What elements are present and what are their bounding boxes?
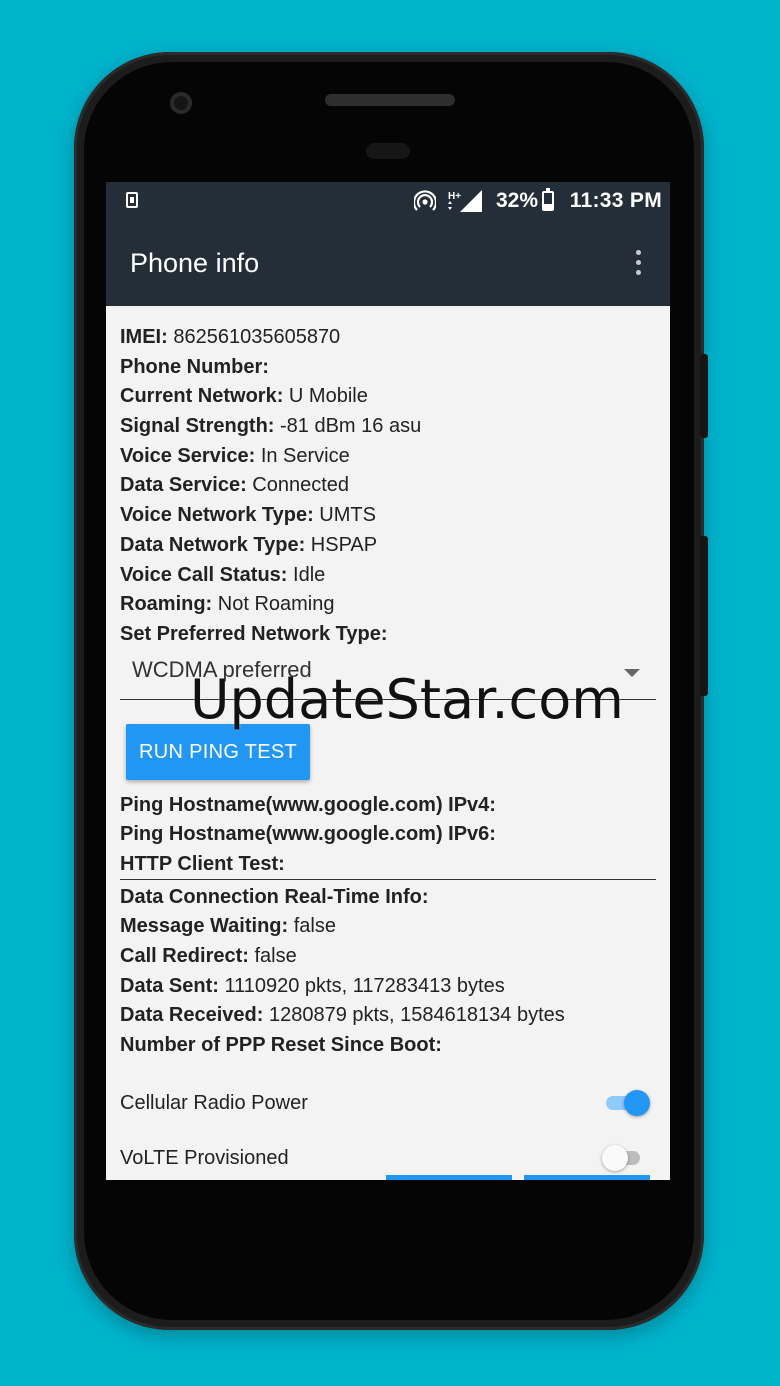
info-label: Data Connection Real-Time Info: <box>120 885 429 908</box>
info-label: Voice Call Status: <box>120 563 288 586</box>
info-row: Ping Hostname(www.google.com) IPv6: <box>120 819 656 849</box>
info-row: Call Redirect: false <box>120 941 656 971</box>
info-value: 1280879 pkts, 1584618134 bytes <box>263 1004 565 1027</box>
info-value: false <box>248 945 297 967</box>
info-row: Voice Call Status: Idle <box>120 560 656 590</box>
proximity-sensor <box>366 143 410 159</box>
toggle-row: Cellular Radio Power <box>120 1076 656 1131</box>
info-label: Ping Hostname(www.google.com) IPv4: <box>120 793 496 816</box>
toggle-row: VoLTE Provisioned <box>120 1131 656 1180</box>
toggle-thumb <box>624 1089 650 1116</box>
status-clock: 11:33 PM <box>569 189 662 212</box>
info-row: Phone Number: <box>120 352 656 382</box>
info-row: Message Waiting: false <box>120 911 656 941</box>
network-badge: H+ <box>448 191 461 202</box>
info-label: Ping Hostname(www.google.com) IPv6: <box>120 823 496 846</box>
info-row: Data Network Type: HSPAP <box>120 530 656 560</box>
phone-info-content: IMEI: 862561035605870 Phone Number: Curren… <box>120 322 656 1180</box>
toggle-switch[interactable] <box>606 1089 650 1116</box>
bottom-button-left[interactable] <box>386 1175 512 1180</box>
info-label: Data Service: <box>120 474 247 497</box>
hotspot-icon <box>414 190 436 211</box>
info-row: Voice Service: In Service <box>120 441 656 471</box>
info-list: IMEI: 862561035605870 Phone Number: Curren… <box>120 322 656 649</box>
info-label: Data Sent: <box>120 974 219 997</box>
info-value: HSPAP <box>305 533 378 556</box>
realtime-info-list: Data Connection Real-Time Info: Message W… <box>120 882 656 1060</box>
info-row: HTTP Client Test: <box>120 849 656 880</box>
bottom-button-right[interactable] <box>524 1175 650 1180</box>
info-row: Ping Hostname(www.google.com) IPv4: <box>120 790 656 820</box>
info-label: Voice Service: <box>120 444 256 467</box>
toggle-label: VoLTE Provisioned <box>120 1146 289 1169</box>
info-label: Data Network Type: <box>120 533 306 556</box>
info-label: IMEI: <box>120 326 168 348</box>
more-options-icon[interactable] <box>636 250 642 276</box>
front-camera <box>170 92 192 114</box>
info-row: Number of PPP Reset Since Boot: <box>120 1030 656 1060</box>
info-row: IMEI: 862561035605870 <box>120 322 656 352</box>
side-button-volume <box>700 536 708 696</box>
info-row: Data Connection Real-Time Info: <box>120 882 656 912</box>
signal-strength-icon: H+ <box>448 190 482 212</box>
info-value: U Mobile <box>283 385 368 408</box>
status-bar: H+ 32% 11:33 PM <box>106 182 670 220</box>
info-row: Voice Network Type: UMTS <box>120 500 656 530</box>
info-value: 862561035605870 <box>167 326 341 348</box>
info-label: Signal Strength: <box>120 415 275 438</box>
info-row: Current Network: U Mobile <box>120 381 656 411</box>
download-notification-icon <box>126 192 138 208</box>
info-label: Set Preferred Network Type: <box>120 622 388 645</box>
watermark-text: UpdateStar.com <box>190 668 624 731</box>
info-row: Roaming: Not Roaming <box>120 589 656 619</box>
info-label: HTTP Client Test: <box>120 852 285 875</box>
toggle-label: Cellular Radio Power <box>120 1091 308 1114</box>
info-value: UMTS <box>313 504 376 527</box>
info-value: In Service <box>255 444 350 467</box>
info-label: Number of PPP Reset Since Boot: <box>120 1034 442 1057</box>
info-value: -81 dBm 16 asu <box>274 415 422 438</box>
info-label: Call Redirect: <box>120 945 249 967</box>
page-title: Phone info <box>130 248 260 278</box>
info-label: Current Network: <box>120 385 284 408</box>
toggle-thumb <box>602 1144 628 1171</box>
toggle-list: Cellular Radio Power VoLTE Provisioned <box>120 1076 656 1180</box>
battery-percent: 32% <box>496 189 539 212</box>
info-row: Data Received: 1280879 pkts, 1584618134 … <box>120 1000 656 1030</box>
earpiece-speaker <box>325 94 455 106</box>
toggle-switch[interactable] <box>602 1144 640 1171</box>
info-label: Roaming: <box>120 593 213 616</box>
info-label: Data Received: <box>120 1004 264 1027</box>
info-value: Not Roaming <box>212 593 335 616</box>
side-button-top <box>700 354 708 438</box>
run-ping-test-button[interactable]: RUN PING TEST <box>126 723 310 780</box>
info-value: false <box>288 915 336 938</box>
info-label: Phone Number: <box>120 355 269 378</box>
info-label: Message Waiting: <box>120 915 289 938</box>
ping-list: Ping Hostname(www.google.com) IPv4: Ping … <box>120 790 656 880</box>
info-value: Connected <box>246 474 350 497</box>
info-value: 1110920 pkts, 117283413 bytes <box>218 974 505 997</box>
info-row: Signal Strength: -81 dBm 16 asu <box>120 411 656 441</box>
info-value: Idle <box>287 563 326 586</box>
info-row: Data Sent: 1110920 pkts, 117283413 bytes <box>120 971 656 1001</box>
battery-icon <box>542 188 554 211</box>
app-bar: Phone info <box>106 220 670 306</box>
info-row: Data Service: Connected <box>120 470 656 500</box>
info-label: Voice Network Type: <box>120 504 314 527</box>
info-row: Set Preferred Network Type: <box>120 619 656 649</box>
dropdown-arrow-icon <box>624 668 640 677</box>
